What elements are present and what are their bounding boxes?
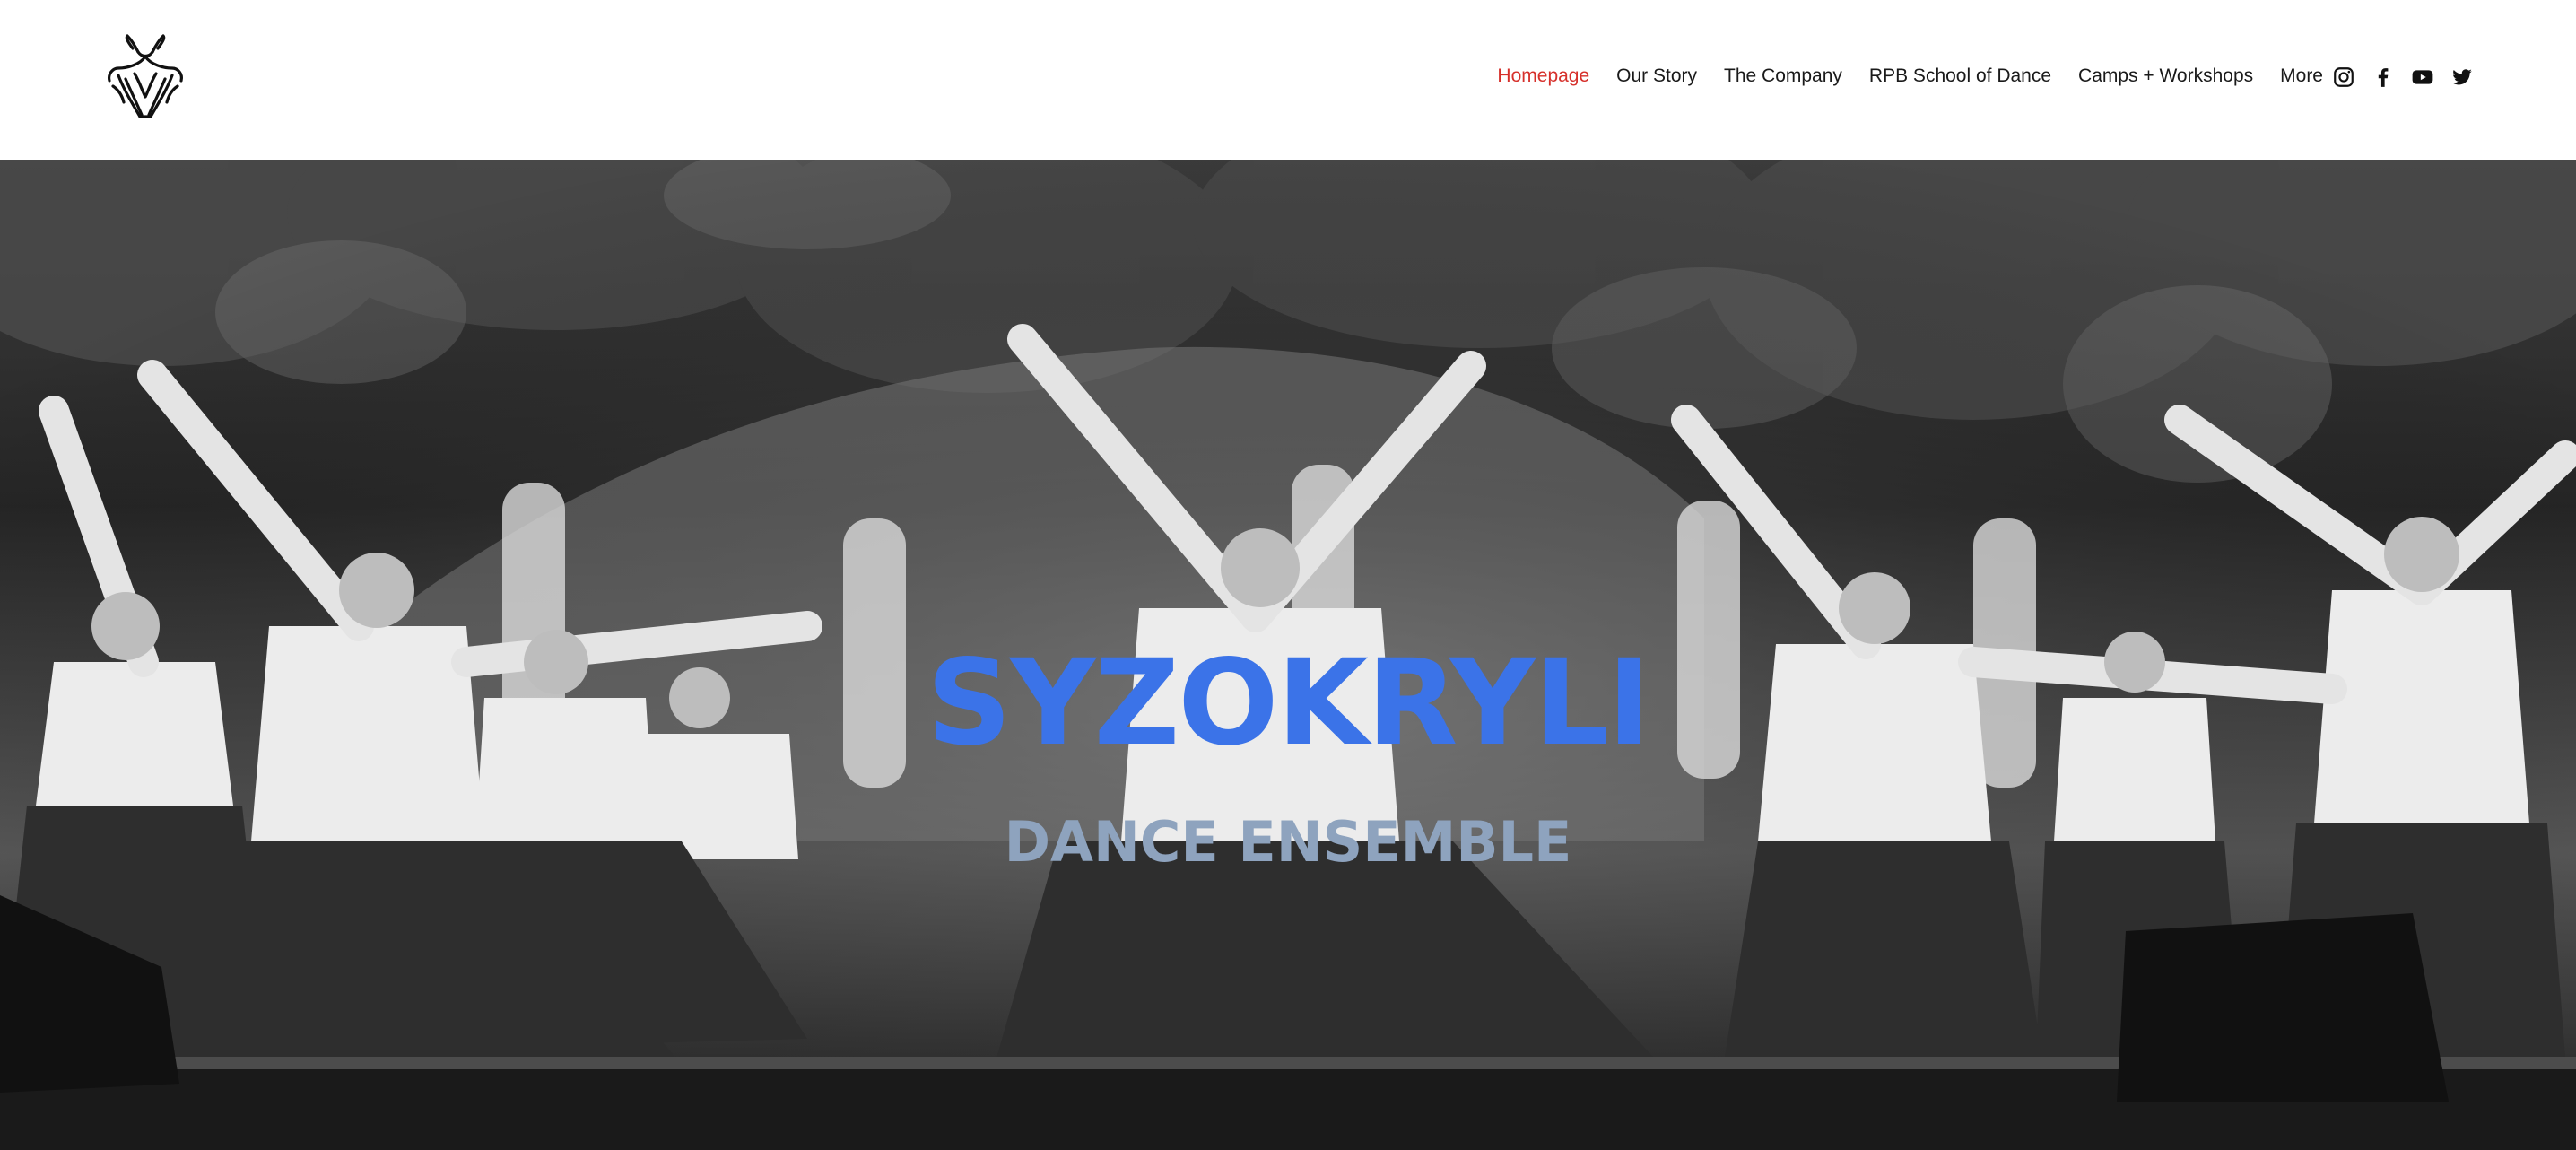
twitter-icon[interactable] [2450, 65, 2474, 89]
nav-homepage[interactable]: Homepage [1497, 61, 1589, 91]
hero-title: SYZOKRYLI [926, 634, 1651, 772]
instagram-icon[interactable] [2332, 65, 2355, 89]
nav-more[interactable]: More [2280, 61, 2323, 91]
site-header: Homepage Our Story The Company RPB Schoo… [0, 0, 2576, 160]
nav-camps-workshops[interactable]: Camps + Workshops [2078, 61, 2253, 91]
nav-our-story[interactable]: Our Story [1616, 61, 1697, 91]
social-bar [2332, 65, 2474, 90]
dancer-logo-icon[interactable] [100, 32, 190, 122]
main-nav: Homepage Our Story The Company RPB Schoo… [1497, 61, 2323, 91]
hero-subtitle: DANCE ENSEMBLE [1004, 809, 1572, 875]
hero-section: SYZOKRYLI DANCE ENSEMBLE [0, 160, 2576, 1150]
facebook-icon[interactable] [2371, 65, 2395, 89]
nav-school-of-dance[interactable]: RPB School of Dance [1869, 61, 2051, 91]
youtube-icon[interactable] [2411, 65, 2434, 89]
nav-the-company[interactable]: The Company [1724, 61, 1842, 91]
